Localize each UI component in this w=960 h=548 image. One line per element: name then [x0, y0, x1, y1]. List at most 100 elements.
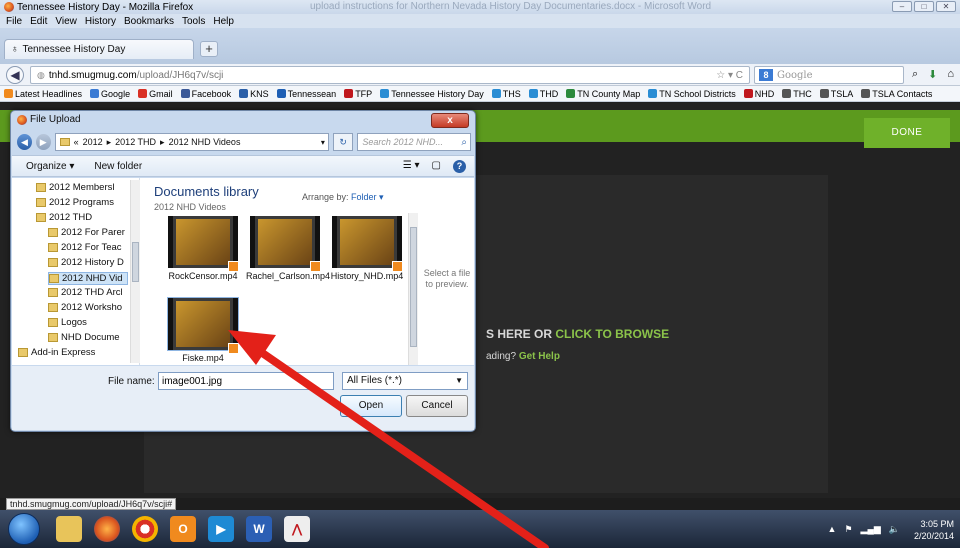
menu-help[interactable]: Help — [213, 16, 234, 27]
bookmark-label: NHD — [754, 88, 775, 99]
file-type-select[interactable]: All Files (*.*) ▼ — [342, 372, 468, 390]
path-dropdown-icon[interactable]: ▾ — [321, 138, 325, 147]
preview-pane-icon[interactable]: ▢ — [432, 160, 441, 173]
tree-item[interactable]: 2012 NHD Vid — [48, 272, 128, 285]
file-item-rockcensor[interactable]: RockCensor.mp4 — [164, 216, 244, 296]
file-item-history-nhd[interactable]: History_NHD.mp4 — [328, 216, 408, 296]
bookmark-item[interactable]: THC — [782, 89, 812, 99]
flag-icon[interactable]: ⚑ — [844, 524, 852, 535]
new-folder-button[interactable]: New folder — [94, 161, 142, 172]
dialog-footer: File name: All Files (*.*) ▼ Open Cancel — [12, 366, 474, 430]
search-box[interactable]: 8 Google — [754, 66, 904, 84]
organize-button[interactable]: Organize ▾ — [26, 161, 74, 172]
tree-item[interactable]: Logos — [48, 317, 87, 328]
view-options-icon[interactable]: ☰ ▾ — [403, 160, 420, 173]
path-overflow[interactable]: « — [74, 137, 79, 147]
arrange-by[interactable]: Arrange by: Folder ▾ — [302, 192, 384, 203]
done-button[interactable]: DONE — [864, 118, 950, 148]
bookmark-item[interactable]: Tennessee History Day — [380, 89, 484, 99]
minimize-button[interactable]: – — [892, 1, 912, 12]
path-2012-thd[interactable]: 2012 THD — [115, 137, 156, 147]
acrobat-icon[interactable]: ⋀ — [284, 516, 310, 542]
help-icon[interactable]: ? — [453, 159, 466, 173]
tab-tennessee-history-day[interactable]: ♁ Tennessee History Day — [4, 39, 194, 59]
firefox-icon — [4, 2, 14, 12]
tree-item-label: NHD Docume — [61, 332, 120, 343]
bookmark-item[interactable]: Google — [90, 89, 130, 99]
back-button[interactable]: ◀ — [6, 66, 24, 84]
file-item-rachel-carlson[interactable]: Rachel_Carlson.mp4 — [246, 216, 330, 296]
bookmark-item[interactable]: TN School Districts — [648, 89, 736, 99]
tree-item[interactable]: Add-in Express — [18, 347, 95, 358]
menu-bookmarks[interactable]: Bookmarks — [124, 16, 174, 27]
bookmark-item[interactable]: NHD — [743, 88, 775, 99]
file-name-input[interactable] — [158, 372, 334, 390]
bookmark-item[interactable]: TSLA — [819, 89, 853, 99]
bookmark-label: Latest Headlines — [15, 88, 83, 99]
word-icon[interactable]: W — [246, 516, 272, 542]
bookmark-item[interactable]: Latest Headlines — [4, 89, 82, 99]
bookmark-item[interactable]: TSLA Contacts — [861, 89, 932, 99]
close-window-button[interactable]: ✕ — [936, 1, 956, 12]
dialog-path-bar[interactable]: « 2012 ▸ 2012 THD ▸ 2012 NHD Videos ▾ — [54, 133, 329, 151]
bookmark-item[interactable]: Gmail — [138, 89, 173, 99]
file-list-scrollbar[interactable] — [408, 213, 418, 365]
folder-icon — [49, 274, 59, 283]
forward-arrow-icon[interactable]: ▶ — [35, 134, 51, 150]
tree-scrollbar[interactable] — [130, 180, 140, 363]
bookmark-item[interactable]: THS — [491, 89, 521, 99]
tree-item[interactable]: 2012 Membersl — [36, 182, 114, 193]
dialog-search-input[interactable]: Search 2012 NHD... ⌕ — [357, 133, 471, 151]
bookmark-item[interactable]: Facebook — [180, 89, 231, 99]
menu-file[interactable]: File — [6, 16, 22, 27]
explorer-icon[interactable] — [56, 516, 82, 542]
get-help-link[interactable]: Get Help — [519, 351, 560, 362]
bookmark-item[interactable]: TFP — [344, 89, 372, 99]
outlook-icon[interactable]: O — [170, 516, 196, 542]
click-to-browse-link[interactable]: CLICK TO BROWSE — [555, 327, 669, 341]
signal-icon[interactable]: ▂▄▆ — [861, 524, 881, 535]
search-go-icon[interactable]: ⌕ — [912, 68, 918, 81]
menu-tools[interactable]: Tools — [182, 16, 205, 27]
firefox-taskbar-icon[interactable] — [94, 516, 120, 542]
volume-icon[interactable]: 🔈 — [889, 524, 900, 535]
tree-item[interactable]: 2012 THD Arcl — [48, 287, 123, 298]
url-bar[interactable]: ◍ tnhd.smugmug.com/upload/JH6q7v/scji ☆ … — [30, 66, 750, 84]
tree-item-label: 2012 Programs — [49, 197, 114, 208]
download-icon[interactable]: ⬇ — [928, 68, 937, 81]
path-2012[interactable]: 2012 — [83, 137, 103, 147]
help-prefix: ading? — [486, 351, 519, 362]
arrange-value[interactable]: Folder ▾ — [351, 192, 384, 202]
maximize-button[interactable]: □ — [914, 1, 934, 12]
home-icon[interactable]: ⌂ — [947, 68, 954, 81]
menu-view[interactable]: View — [55, 16, 77, 27]
bookmark-item[interactable]: KNS — [239, 89, 269, 99]
tree-item[interactable]: 2012 Worksho — [48, 302, 122, 313]
start-button[interactable] — [8, 513, 40, 545]
cancel-button[interactable]: Cancel — [406, 395, 468, 417]
tree-item[interactable]: 2012 For Teac — [48, 242, 122, 253]
path-2012-nhd-videos[interactable]: 2012 NHD Videos — [169, 137, 241, 147]
back-arrow-icon[interactable]: ◀ — [17, 134, 32, 150]
tree-item[interactable]: 2012 History D — [48, 257, 124, 268]
media-icon[interactable]: ▶ — [208, 516, 234, 542]
search-engine-icon[interactable]: 8 — [759, 69, 773, 81]
tree-item[interactable]: 2012 Programs — [36, 197, 114, 208]
menu-history[interactable]: History — [85, 16, 116, 27]
menu-edit[interactable]: Edit — [30, 16, 47, 27]
tree-item[interactable]: 2012 THD — [36, 212, 92, 223]
tree-item[interactable]: NHD Docume — [48, 332, 120, 343]
library-title: Documents library — [154, 184, 259, 199]
open-button[interactable]: Open — [340, 395, 402, 417]
tray-expand-icon[interactable]: ▲ — [828, 524, 837, 535]
clock[interactable]: 3:05 PM 2/20/2014 — [914, 518, 954, 542]
bookmark-item[interactable]: TN County Map — [566, 89, 640, 99]
tree-item[interactable]: 2012 For Parer — [48, 227, 125, 238]
refresh-icon[interactable]: ↻ — [332, 133, 354, 151]
dialog-close-button[interactable]: x — [431, 113, 469, 128]
bookmark-item[interactable]: THD — [528, 89, 558, 99]
reload-icon[interactable]: ☆ ▾ C — [716, 70, 743, 81]
bookmark-item[interactable]: Tennessean — [276, 89, 336, 99]
chrome-icon[interactable] — [132, 516, 158, 542]
new-tab-button[interactable]: + — [200, 41, 218, 57]
